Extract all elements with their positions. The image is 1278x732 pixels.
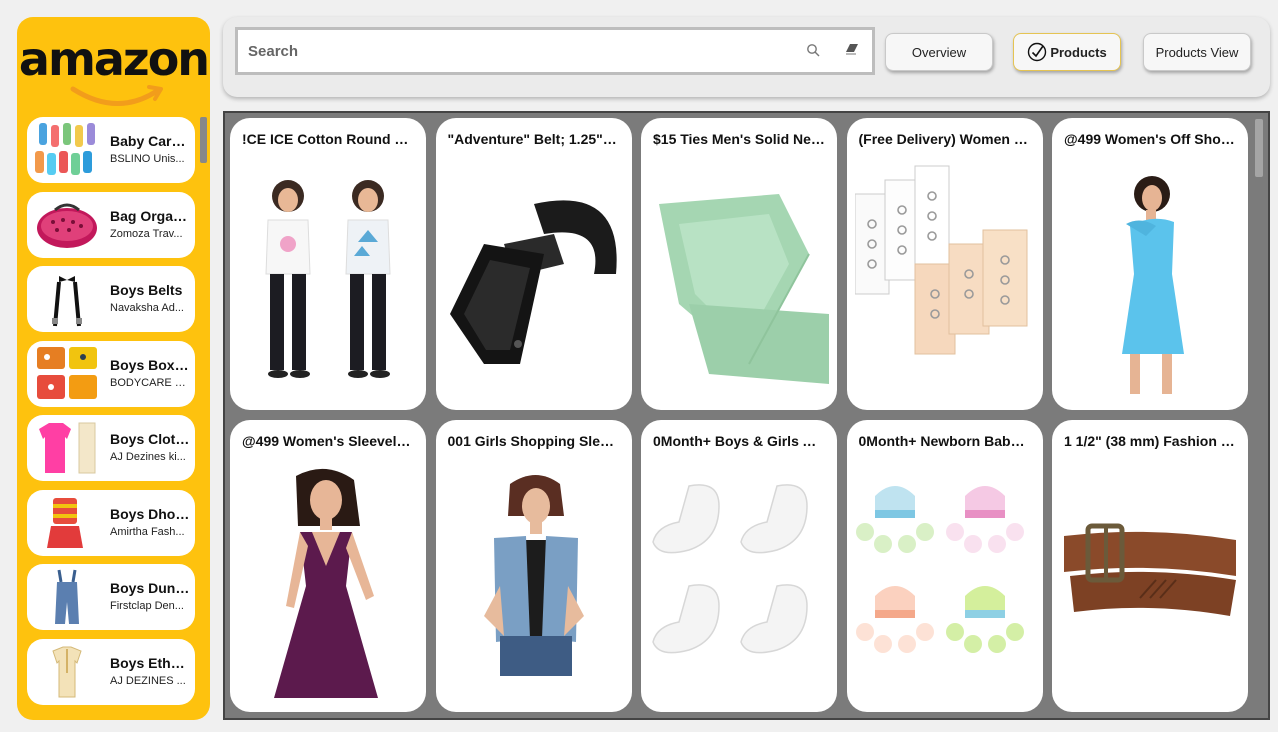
product-title: $15 Ties Men's Solid Nec... [653, 131, 825, 147]
dhoti-icon [47, 497, 83, 548]
product-card[interactable]: 1 1/2" (38 mm) Fashion C... [1052, 420, 1248, 712]
grid-scrollbar[interactable] [1255, 119, 1263, 177]
product-card[interactable]: @499 Women's Sleevele... [230, 420, 426, 712]
brown-belt-icon [1064, 523, 1236, 616]
category-item[interactable]: Boys Belts Navaksha Ad... [27, 266, 195, 332]
category-subtitle: BODYCARE B... [110, 376, 190, 389]
product-title: (Free Delivery) Women 2... [858, 131, 1031, 147]
product-card[interactable]: 0Month+ Boys & Girls An... [641, 420, 837, 712]
product-title: 0Month+ Newborn Baby ... [858, 433, 1031, 449]
category-title: Boys Dung... [110, 580, 190, 596]
products-view-button[interactable]: Products View [1143, 33, 1251, 71]
smile-arrow-icon [70, 85, 163, 106]
eraser-icon[interactable] [844, 42, 860, 56]
category-title: Boys Cloth... [110, 431, 190, 447]
product-title: "Adventure" Belt; 1.25"(3... [447, 131, 620, 147]
category-item[interactable]: Boys Dhoti... Amirtha Fash... [27, 489, 195, 556]
product-card[interactable]: @499 Women's Off Shoul... [1052, 118, 1248, 410]
category-title: Bag Organ... [110, 207, 190, 224]
category-item[interactable]: Boys Boxe... BODYCARE B... [27, 340, 195, 407]
sidebar-scrollbar[interactable] [200, 117, 207, 163]
denim-vest-icon [483, 475, 584, 676]
product-title: 0Month+ Boys & Girls An... [653, 433, 825, 449]
product-card[interactable]: (Free Delivery) Women 2... [846, 118, 1043, 410]
white-socks-icon [652, 484, 808, 654]
search-input[interactable] [248, 40, 788, 62]
bag-organizer-icon [37, 203, 97, 248]
check-circle-icon [1028, 42, 1047, 62]
product-title: 001 Girls Shopping Sleev... [447, 433, 620, 449]
category-title: Boys Ethni... [110, 654, 190, 671]
product-title: @499 Women's Sleevele... [242, 433, 414, 449]
product-card[interactable]: $15 Ties Men's Solid Nec... [641, 118, 837, 410]
category-subtitle: Navaksha Ad... [110, 302, 184, 314]
overview-button[interactable]: Overview [885, 33, 993, 71]
baby-caps-icon [855, 486, 1024, 653]
product-title: 1 1/2" (38 mm) Fashion C... [1064, 433, 1236, 449]
category-title: Boys Belts [110, 282, 183, 298]
boxers-icon [37, 346, 97, 399]
product-title: !CE ICE Cotton Round Ne... [242, 131, 414, 147]
category-item[interactable]: Baby Carri... BSLINO Unis... [27, 117, 195, 183]
category-title: Boys Boxe... [110, 356, 190, 373]
bra-extenders-icon [854, 165, 1027, 355]
blue-dress-icon [1122, 176, 1184, 394]
category-subtitle: AJ DEZINES ... [110, 674, 186, 687]
product-card[interactable]: !CE ICE Cotton Round Ne... [230, 118, 426, 410]
search-icon[interactable] [806, 43, 820, 57]
search-box [235, 27, 875, 75]
category-item[interactable]: Boys Dung... Firstclap Den... [27, 564, 195, 630]
purple-dress-icon [274, 468, 378, 698]
product-grid: !CE ICE Cotton Round Ne... "Adventure" B… [230, 118, 1248, 712]
socks-icon [35, 123, 95, 175]
product-card[interactable]: 001 Girls Shopping Sleev... [435, 420, 632, 712]
black-belt-icon [449, 200, 617, 364]
category-title: Baby Carri... [110, 133, 190, 149]
dungarees-icon [55, 569, 79, 624]
ethnic-wear-icon [52, 646, 82, 697]
product-title: @499 Women's Off Shoul... [1064, 131, 1236, 147]
products-button[interactable]: Products [1013, 33, 1121, 71]
top-toolbar: Overview Products Products View [223, 17, 1270, 97]
suspenders-icon [52, 276, 82, 327]
category-subtitle: Zomoza Trav... [110, 227, 183, 240]
category-item[interactable]: Bag Organ... Zomoza Trav... [27, 191, 195, 258]
product-card[interactable]: "Adventure" Belt; 1.25"(3... [435, 118, 632, 410]
green-tie-icon [659, 194, 829, 384]
kids-tshirts-icon [265, 180, 391, 378]
shirt-icon [39, 422, 96, 474]
product-grid-panel: !CE ICE Cotton Round Ne... "Adventure" B… [223, 111, 1270, 720]
category-list: Baby Carri... BSLINO Unis... Bag Organ..… [27, 117, 195, 717]
category-item[interactable]: Boys Ethni... AJ DEZINES ... [27, 638, 195, 705]
amazon-logo: amazon [17, 31, 210, 121]
category-subtitle: Firstclap Den... [110, 600, 184, 612]
category-sidebar: amazon Baby Carri... BSLINO Unis... Bag … [17, 17, 210, 720]
category-subtitle: BSLINO Unis... [110, 153, 185, 165]
product-card[interactable]: 0Month+ Newborn Baby ... [846, 420, 1043, 712]
category-title: Boys Dhoti... [110, 505, 190, 522]
category-subtitle: AJ Dezines ki... [110, 451, 186, 463]
category-item[interactable]: Boys Cloth... AJ Dezines ki... [27, 415, 195, 481]
category-subtitle: Amirtha Fash... [110, 525, 185, 538]
